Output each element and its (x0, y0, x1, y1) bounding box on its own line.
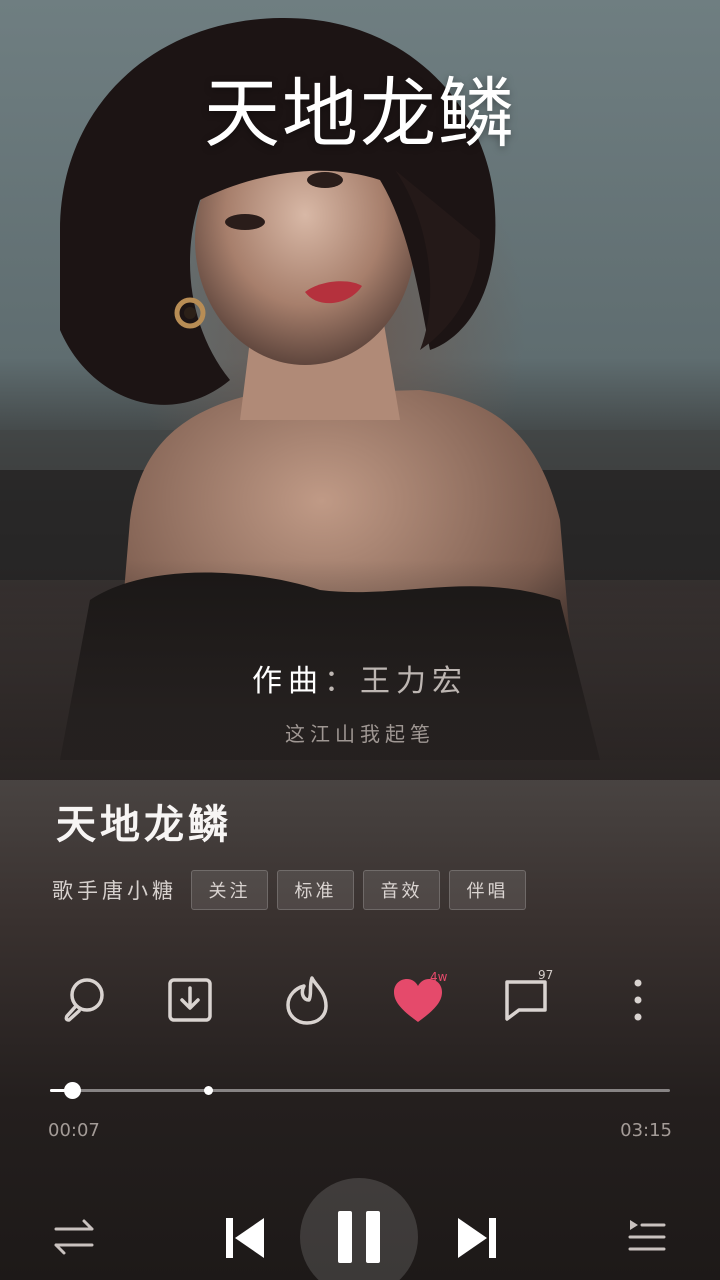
previous-button[interactable] (220, 1212, 268, 1264)
total-duration: 03:15 (620, 1120, 672, 1141)
song-title: 天地龙鳞 (56, 801, 232, 848)
flame-button[interactable] (275, 968, 339, 1032)
next-button[interactable] (454, 1212, 502, 1264)
play-pause-button[interactable] (300, 1178, 418, 1280)
singer-name[interactable]: 歌手唐小糖 (52, 875, 177, 905)
progress-track (50, 1089, 670, 1092)
more-button[interactable] (606, 968, 670, 1032)
like-button[interactable]: 4w (386, 968, 450, 1032)
follow-button[interactable]: 关注 (191, 870, 268, 910)
elapsed-time: 00:07 (48, 1120, 100, 1141)
playlist-icon (628, 1220, 666, 1251)
pause-icon (338, 1211, 380, 1263)
playback-controls (0, 1178, 720, 1280)
search-icon (64, 978, 104, 1022)
search-button[interactable] (52, 968, 116, 1032)
comment-button[interactable]: 97 (494, 968, 558, 1032)
cover-title: 天地龙鳞 (204, 69, 516, 158)
action-bar: 4w 97 (0, 968, 720, 1032)
lyric-separator: ： (324, 664, 360, 699)
playlist-button[interactable] (622, 1214, 670, 1260)
download-button[interactable] (158, 968, 222, 1032)
download-icon (168, 978, 212, 1022)
shuffle-icon (54, 1219, 94, 1255)
next-lyric-line[interactable]: 这江山我起笔 (0, 718, 720, 747)
play-mode-button[interactable] (50, 1214, 100, 1260)
quality-button[interactable]: 标准 (277, 870, 354, 910)
like-count: 4w (430, 970, 448, 984)
current-lyric-line[interactable]: 作曲：王力宏 (0, 656, 720, 700)
sound-effect-button[interactable]: 音效 (363, 870, 440, 910)
song-meta-row: 歌手唐小糖 关注 标准 音效 伴唱 (52, 870, 535, 910)
flame-icon (286, 976, 328, 1025)
highlight-marker[interactable] (204, 1086, 214, 1095)
next-icon (458, 1218, 496, 1258)
comment-icon (505, 980, 547, 1021)
accompaniment-button[interactable]: 伴唱 (449, 870, 526, 910)
progress-thumb[interactable] (64, 1082, 82, 1099)
comment-count: 97 (538, 968, 554, 982)
lyric-label: 作曲 (252, 664, 324, 699)
lyric-value: 王力宏 (360, 664, 468, 699)
player-screen: 天地龙鳞 作曲：王力宏 这江山我起笔 天地龙鳞 歌手唐小糖 关注 标准 音效 伴… (0, 0, 720, 1280)
more-vertical-icon (634, 979, 642, 1021)
previous-icon (226, 1218, 264, 1258)
progress-bar[interactable] (50, 1082, 670, 1099)
